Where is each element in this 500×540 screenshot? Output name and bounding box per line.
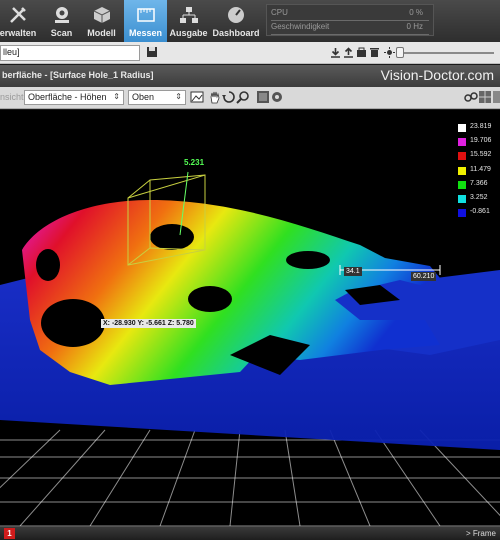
dimension-label-b: 60.210	[411, 272, 437, 281]
brightness-slider-track[interactable]	[400, 52, 494, 54]
upload-icon[interactable]	[343, 47, 354, 58]
fullscreen-icon[interactable]	[492, 90, 500, 104]
legend-entry: 15.592	[454, 150, 500, 164]
panel-titlebar: berfläche - [Surface Hole_1 Radius] Visi…	[0, 65, 500, 87]
error-count-badge[interactable]: 1	[4, 528, 15, 539]
cube-icon	[93, 7, 110, 23]
tools-icon	[10, 7, 26, 23]
surface-render	[0, 171, 500, 526]
legend-swatch	[458, 209, 466, 218]
height-value-label: 5.231	[184, 158, 205, 167]
legend-entry: 11.479	[454, 165, 500, 179]
cpu-readout: CPU 0 %	[271, 8, 429, 21]
view-toolbar: nsicht Oberfläche - Höhen ⇕ Oben ⇕	[0, 87, 500, 109]
3d-viewport[interactable]: 5.231 X: -28.930 Y: -5.661 Z: 5.780 34.1…	[0, 110, 500, 526]
bottom-status-bar: 1 > Frame	[0, 526, 500, 540]
view-direction-select[interactable]: Oben ⇕	[128, 90, 186, 105]
display-mode-select[interactable]: Oberfläche - Höhen ⇕	[24, 90, 124, 105]
brightness-icon	[384, 47, 395, 58]
download-icon[interactable]	[330, 47, 341, 58]
rotate-icon[interactable]	[222, 90, 236, 104]
pan-hand-icon[interactable]	[208, 90, 222, 104]
legend-entry: 19.706	[454, 136, 500, 150]
ribbon-button-verwalten[interactable]: erwalten	[0, 0, 44, 42]
link-icon[interactable]	[464, 90, 478, 104]
coordinate-readout: X: -28.930 Y: -5.661 Z: 5.780	[101, 319, 196, 328]
dimension-label-a: 34.1	[344, 267, 362, 276]
save-icon[interactable]	[146, 46, 158, 58]
legend-swatch	[458, 124, 466, 132]
ribbon-button-ausgabe[interactable]: Ausgabe	[167, 0, 210, 42]
legend-swatch	[458, 138, 466, 147]
ribbon-button-dashboard[interactable]: Dashboard	[212, 0, 260, 42]
scan-icon	[54, 7, 69, 23]
ribbon-button-messen[interactable]: Messen	[124, 0, 167, 42]
frame-tab[interactable]: > Frame	[466, 529, 496, 538]
legend-swatch	[458, 152, 466, 161]
height-color-legend: 23.819 19.706 15.592 11.479 7.366 3.252 …	[454, 122, 500, 221]
file-toolbar: lleu]	[0, 42, 500, 64]
color-map-icon[interactable]	[256, 90, 270, 104]
legend-entry: 23.819	[454, 122, 500, 136]
speed-readout: Geschwindigkeit 0 Hz	[271, 22, 429, 35]
legend-entry: 7.366	[454, 179, 500, 193]
export-icon[interactable]	[356, 47, 367, 58]
legend-entry: -0.861	[454, 207, 500, 221]
legend-swatch	[458, 166, 466, 175]
brand-logo-text: Vision-Doctor.com	[380, 67, 494, 83]
delete-icon[interactable]	[369, 47, 380, 58]
chevron-updown-icon: ⇕	[113, 92, 120, 101]
image-icon[interactable]	[190, 90, 204, 104]
ribbon-button-scan[interactable]: Scan	[40, 0, 83, 42]
file-path-field[interactable]: lleu]	[0, 45, 140, 61]
gauge-icon	[228, 7, 244, 23]
zoom-icon[interactable]	[236, 90, 250, 104]
ribbon-button-modell[interactable]: Modell	[80, 0, 123, 42]
legend-swatch	[458, 194, 466, 203]
chevron-updown-icon: ⇕	[175, 92, 182, 101]
grid-view-icon[interactable]	[478, 90, 492, 104]
network-icon	[179, 7, 198, 23]
measure-icon	[136, 8, 155, 22]
view-label: nsicht	[0, 92, 24, 102]
main-ribbon: erwalten Scan Modell Messen Ausgabe Dash…	[0, 0, 500, 42]
settings-icon[interactable]	[270, 90, 284, 104]
brightness-slider-handle[interactable]	[396, 47, 404, 58]
legend-entry: 3.252	[454, 193, 500, 207]
panel-title: berfläche - [Surface Hole_1 Radius]	[2, 70, 154, 80]
system-status-panel: CPU 0 % Geschwindigkeit 0 Hz	[266, 4, 434, 36]
legend-swatch	[458, 180, 466, 189]
